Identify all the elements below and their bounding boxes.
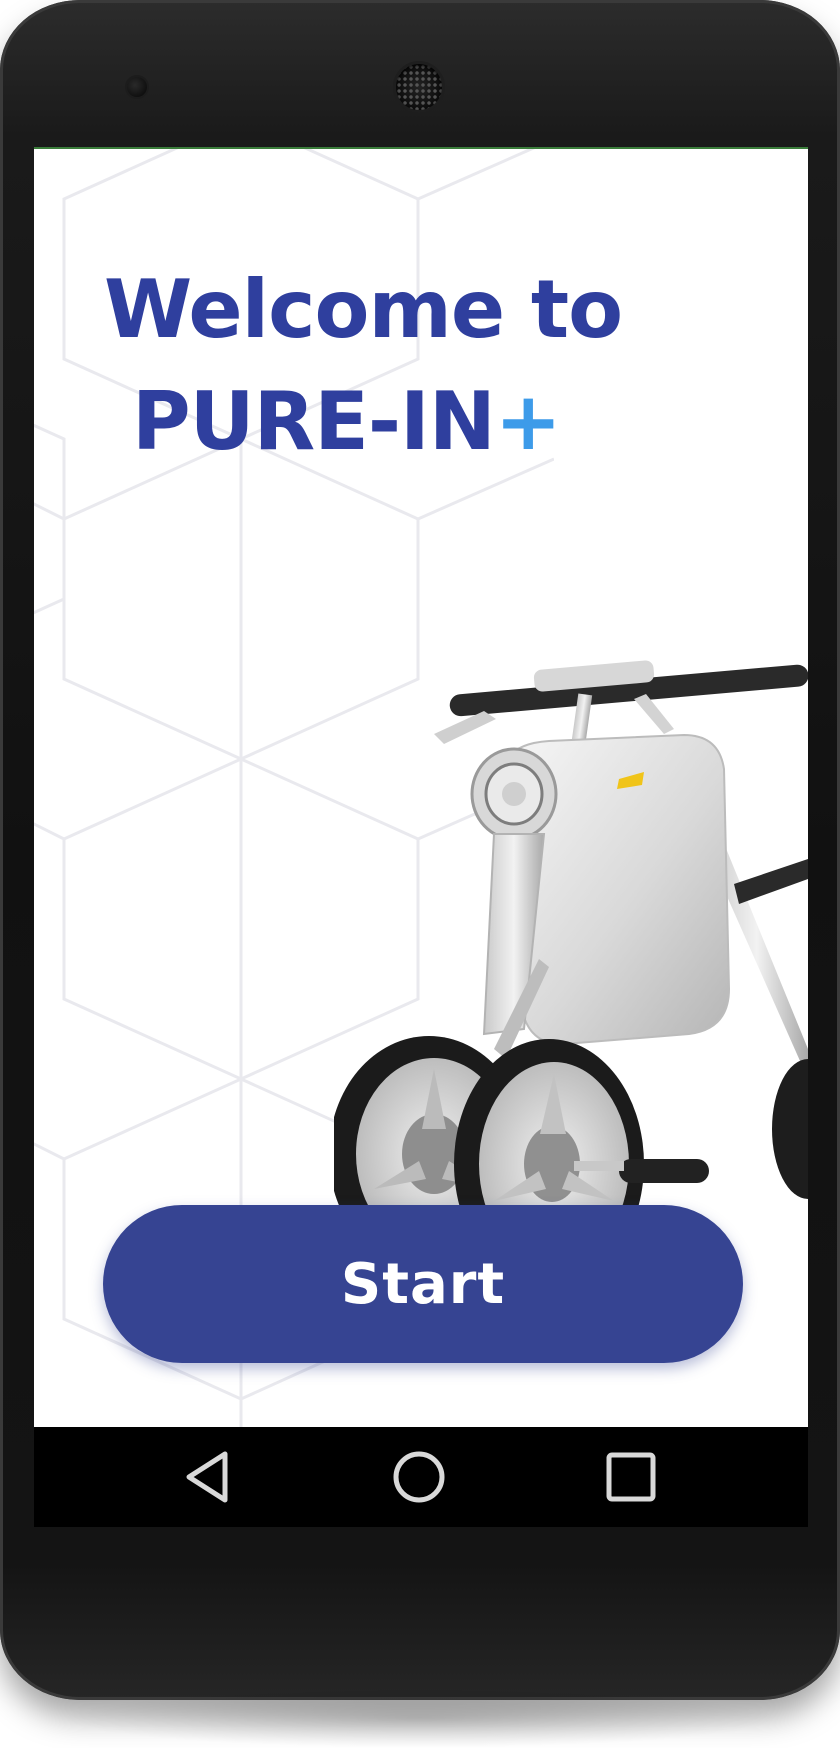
speaker-grill xyxy=(396,64,442,110)
title-line-1: Welcome to xyxy=(104,263,623,356)
phone-frame: Welcome to PURE-IN+ Start xyxy=(0,0,840,1700)
title-line-2: PURE-IN+ xyxy=(104,366,622,478)
app-name-plus: + xyxy=(494,375,562,468)
recents-square-icon[interactable] xyxy=(601,1447,661,1507)
app-screen: Welcome to PURE-IN+ Start xyxy=(34,147,808,1429)
start-button[interactable]: Start xyxy=(103,1205,743,1363)
back-triangle-icon[interactable] xyxy=(178,1447,238,1507)
welcome-title: Welcome to PURE-IN+ xyxy=(104,254,623,478)
android-nav-bar xyxy=(34,1427,808,1527)
phone-shadow xyxy=(60,1688,780,1748)
front-camera xyxy=(127,77,147,97)
app-name: PURE-IN xyxy=(132,375,496,468)
home-circle-icon[interactable] xyxy=(389,1447,449,1507)
page: Welcome to PURE-IN+ Start xyxy=(0,0,840,1748)
